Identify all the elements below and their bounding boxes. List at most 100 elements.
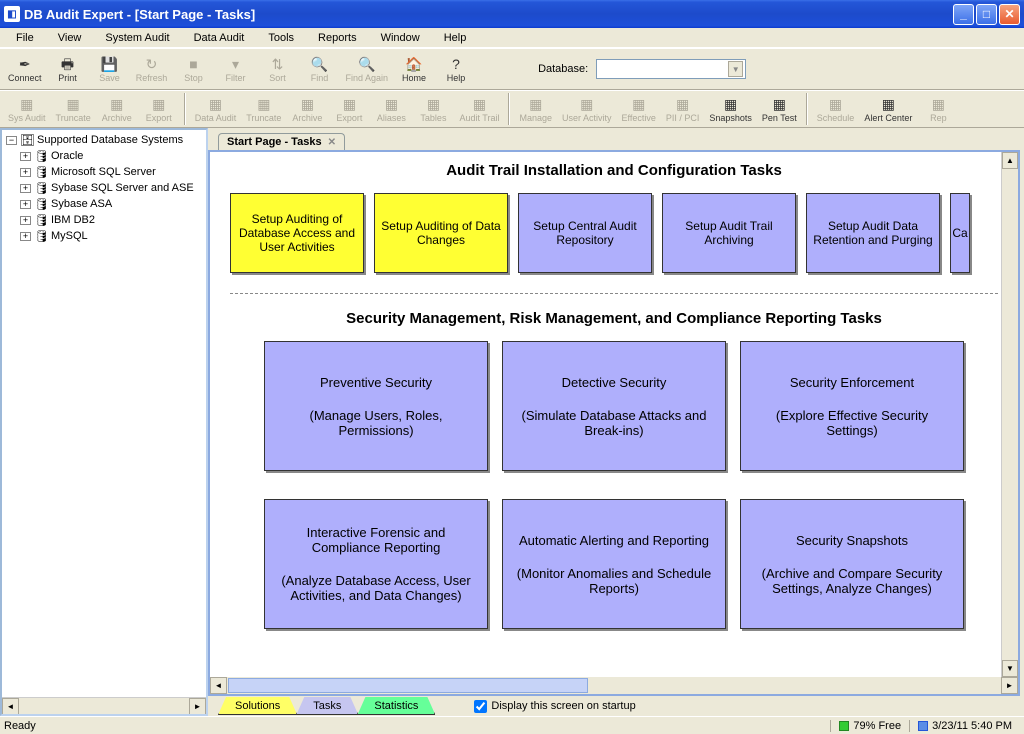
tree-item-sybase-sql-server-and-ase[interactable]: +🛢Sybase SQL Server and ASE — [4, 180, 204, 196]
tool-connect[interactable]: ✒Connect — [4, 51, 46, 87]
expand-icon[interactable]: + — [20, 232, 31, 241]
scroll-right-button[interactable]: ► — [1001, 677, 1018, 694]
maximize-button[interactable]: □ — [976, 4, 997, 25]
tool-export: ▦Export — [329, 91, 369, 127]
tool-help[interactable]: ?Help — [436, 51, 476, 87]
expand-icon[interactable]: + — [20, 168, 31, 177]
v-scrollbar[interactable]: ▲ ▼ — [1001, 152, 1018, 677]
h-scrollbar[interactable]: ◄ ► — [210, 677, 1018, 694]
database-icon: 🛢 — [34, 149, 48, 163]
startup-checkbox-label[interactable]: Display this screen on startup — [474, 700, 635, 713]
tool-home[interactable]: 🏠Home — [394, 51, 434, 87]
task-card[interactable]: Automatic Alerting and Reporting(Monitor… — [502, 499, 726, 629]
tab-solutions[interactable]: Solutions — [218, 697, 297, 715]
tab-close-icon[interactable]: ✕ — [328, 137, 336, 148]
menu-tools[interactable]: Tools — [256, 30, 306, 46]
tool-icon: ▦ — [724, 96, 737, 112]
chevron-down-icon: ▼ — [728, 61, 743, 77]
task-card[interactable]: Setup Audit Trail Archiving — [662, 193, 796, 273]
tool-find: 🔍Find — [300, 51, 340, 87]
database-icon: 🛢 — [34, 197, 48, 211]
content-frame: Audit Trail Installation and Configurati… — [208, 150, 1020, 696]
tab-start-page[interactable]: Start Page - Tasks ✕ — [218, 133, 345, 150]
tool-pen-test[interactable]: ▦Pen Test — [758, 91, 801, 127]
tab-tasks[interactable]: Tasks — [296, 697, 358, 715]
task-card[interactable]: Detective Security(Simulate Database Att… — [502, 341, 726, 471]
menu-window[interactable]: Window — [369, 30, 432, 46]
task-card[interactable]: Security Snapshots(Archive and Compare S… — [740, 499, 964, 629]
tool-snapshots[interactable]: ▦Snapshots — [705, 91, 756, 127]
database-combo[interactable]: ▼ — [596, 59, 746, 79]
collapse-icon[interactable]: − — [6, 136, 17, 145]
tool-archive: ▦Archive — [287, 91, 327, 127]
tree-item-oracle[interactable]: +🛢Oracle — [4, 148, 204, 164]
menu-help[interactable]: Help — [432, 30, 479, 46]
tool-icon: ▦ — [20, 96, 33, 112]
tool-sys-audit: ▦Sys Audit — [4, 91, 50, 127]
expand-icon[interactable]: + — [20, 184, 31, 193]
filter-icon: ▾ — [232, 56, 239, 72]
close-button[interactable]: ✕ — [999, 4, 1020, 25]
tool-pii-pci: ▦PII / PCI — [662, 91, 704, 127]
tool-archive: ▦Archive — [97, 91, 137, 127]
scroll-thumb[interactable] — [228, 678, 588, 693]
tool-icon: ▦ — [67, 96, 80, 112]
tool-truncate: ▦Truncate — [242, 91, 285, 127]
menubar: FileViewSystem AuditData AuditToolsRepor… — [0, 28, 1024, 48]
stop-icon: ■ — [189, 56, 197, 72]
menu-system-audit[interactable]: System Audit — [93, 30, 181, 46]
menu-view[interactable]: View — [46, 30, 94, 46]
scroll-left-button[interactable]: ◄ — [210, 677, 227, 694]
startup-checkbox[interactable] — [474, 700, 487, 713]
menu-file[interactable]: File — [4, 30, 46, 46]
task-card[interactable]: Security Enforcement(Explore Effective S… — [740, 341, 964, 471]
task-row-3: Interactive Forensic and Compliance Repo… — [210, 495, 1018, 633]
tool-rep: ▦Rep — [918, 91, 958, 127]
task-card[interactable]: Preventive Security(Manage Users, Roles,… — [264, 341, 488, 471]
tool-effective: ▦Effective — [618, 91, 660, 127]
tool-icon: ▦ — [882, 96, 895, 112]
tool-icon: ▦ — [773, 96, 786, 112]
help-icon: ? — [452, 56, 460, 72]
tree-item-mysql[interactable]: +🛢MySQL — [4, 228, 204, 244]
green-indicator-icon — [839, 721, 849, 731]
menu-reports[interactable]: Reports — [306, 30, 369, 46]
tool-icon: ▦ — [257, 96, 270, 112]
task-card[interactable]: Setup Auditing of Database Access and Us… — [230, 193, 364, 273]
tool-aliases: ▦Aliases — [371, 91, 411, 127]
titlebar: ◧ DB Audit Expert - [Start Page - Tasks]… — [0, 0, 1024, 28]
tool-print[interactable]: 🖶Print — [48, 51, 88, 87]
find again-icon: 🔍 — [358, 56, 375, 72]
expand-icon[interactable]: + — [20, 152, 31, 161]
folder-icon: 🗄 — [20, 133, 34, 147]
tree[interactable]: −🗄Supported Database Systems+🛢Oracle+🛢Mi… — [2, 130, 206, 697]
task-card[interactable]: Setup Central Audit Repository — [518, 193, 652, 273]
tool-data-audit: ▦Data Audit — [191, 91, 241, 127]
tool-icon: ▦ — [932, 96, 945, 112]
tool-icon: ▦ — [580, 96, 593, 112]
database-label: Database: — [538, 63, 588, 75]
tool-truncate: ▦Truncate — [52, 91, 95, 127]
task-card[interactable]: Ca — [950, 193, 970, 273]
tab-statistics[interactable]: Statistics — [357, 697, 435, 715]
tool-alert-center[interactable]: ▦Alert Center — [860, 91, 916, 127]
scroll-left-button[interactable]: ◄ — [2, 698, 19, 715]
expand-icon[interactable]: + — [20, 200, 31, 209]
scroll-right-button[interactable]: ► — [189, 698, 206, 715]
menu-data-audit[interactable]: Data Audit — [182, 30, 257, 46]
expand-icon[interactable]: + — [20, 216, 31, 225]
tree-item-sybase-asa[interactable]: +🛢Sybase ASA — [4, 196, 204, 212]
task-card[interactable]: Setup Audit Data Retention and Purging — [806, 193, 940, 273]
statusbar: Ready 79% Free 3/23/11 5:40 PM — [0, 716, 1024, 734]
task-card[interactable]: Setup Auditing of Data Changes — [374, 193, 508, 273]
scroll-down-button[interactable]: ▼ — [1002, 660, 1018, 677]
tree-root[interactable]: −🗄Supported Database Systems — [4, 132, 204, 148]
tree-item-microsoft-sql-server[interactable]: +🛢Microsoft SQL Server — [4, 164, 204, 180]
scroll-up-button[interactable]: ▲ — [1002, 152, 1018, 169]
task-card[interactable]: Interactive Forensic and Compliance Repo… — [264, 499, 488, 629]
tree-item-ibm-db2[interactable]: +🛢IBM DB2 — [4, 212, 204, 228]
separator — [806, 93, 808, 125]
tree-h-scrollbar[interactable]: ◄ ► — [2, 697, 206, 714]
minimize-button[interactable]: _ — [953, 4, 974, 25]
tool-schedule: ▦Schedule — [813, 91, 859, 127]
